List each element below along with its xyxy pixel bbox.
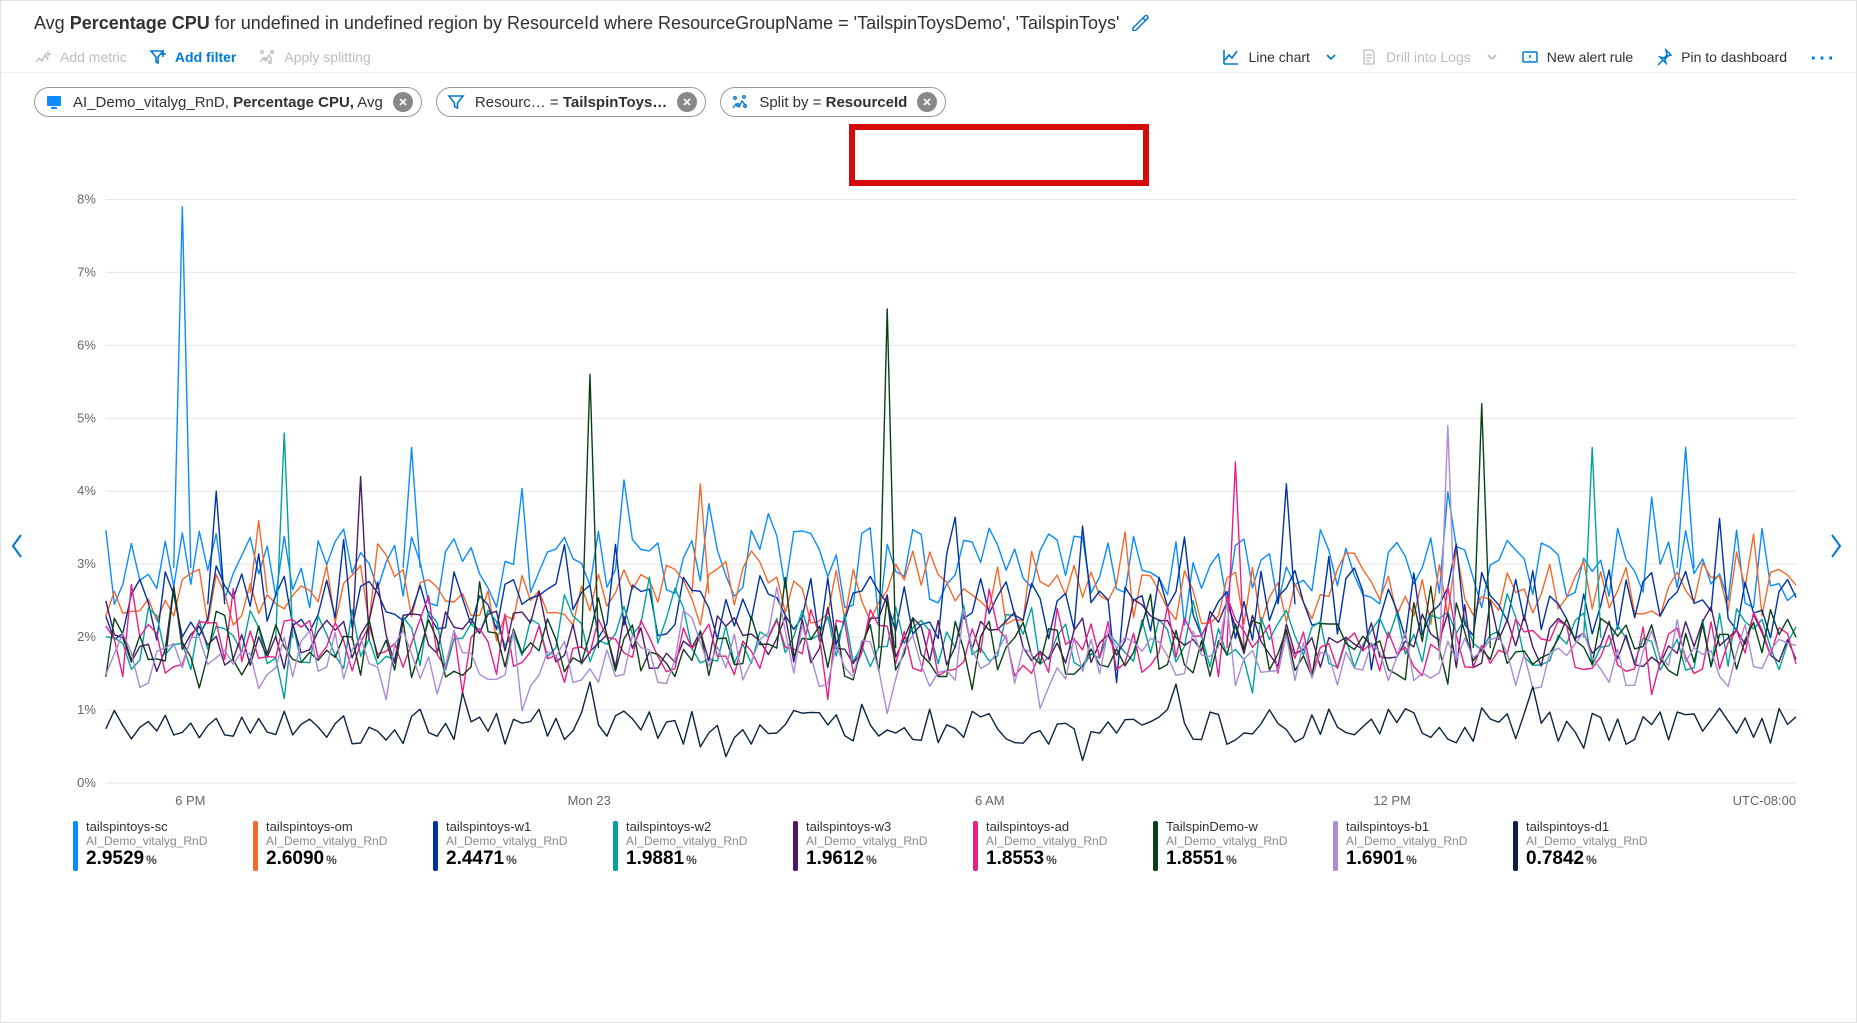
- split-pill[interactable]: Split by = ResourceId: [720, 87, 946, 117]
- drill-into-logs-button[interactable]: Drill into Logs: [1360, 48, 1499, 66]
- remove-pill-icon[interactable]: [393, 92, 413, 112]
- monitor-icon: [45, 93, 63, 111]
- remove-pill-icon[interactable]: [677, 92, 697, 112]
- filter-pill[interactable]: Resourc… = TailspinToys…: [436, 87, 706, 117]
- svg-text:0%: 0%: [77, 775, 96, 790]
- svg-text:2%: 2%: [77, 629, 96, 644]
- series-line: [106, 682, 1796, 760]
- series-line: [106, 477, 1796, 672]
- svg-text:3%: 3%: [77, 556, 96, 571]
- svg-text:6 PM: 6 PM: [175, 793, 205, 808]
- pin-to-dashboard-button[interactable]: Pin to dashboard: [1655, 48, 1787, 66]
- legend-row: tailspintoys-scAI_Demo_vitalyg_RnD2.9529…: [1, 813, 1856, 871]
- legend-item[interactable]: TailspinDemo-wAI_Demo_vitalyg_RnD1.8551%: [1153, 819, 1313, 871]
- edit-title-icon[interactable]: [1130, 11, 1150, 36]
- prev-chart-icon[interactable]: [9, 531, 27, 568]
- svg-text:1%: 1%: [77, 702, 96, 717]
- legend-item[interactable]: tailspintoys-adAI_Demo_vitalyg_RnD1.8553…: [973, 819, 1133, 871]
- filter-icon: [447, 93, 465, 111]
- more-actions-button[interactable]: ⋯: [1809, 50, 1836, 64]
- legend-item[interactable]: tailspintoys-scAI_Demo_vitalyg_RnD2.9529…: [73, 819, 233, 871]
- svg-text:12 PM: 12 PM: [1373, 793, 1410, 808]
- legend-item[interactable]: tailspintoys-b1AI_Demo_vitalyg_RnD1.6901…: [1333, 819, 1493, 871]
- legend-item[interactable]: tailspintoys-w3AI_Demo_vitalyg_RnD1.9612…: [793, 819, 953, 871]
- legend-item[interactable]: tailspintoys-d1AI_Demo_vitalyg_RnD0.7842…: [1513, 819, 1673, 871]
- svg-text:7%: 7%: [77, 264, 96, 279]
- svg-text:8%: 8%: [77, 191, 96, 206]
- title-metric: Percentage CPU: [70, 13, 210, 33]
- legend-item[interactable]: tailspintoys-omAI_Demo_vitalyg_RnD2.6090…: [253, 819, 413, 871]
- add-metric-button[interactable]: Add metric: [34, 48, 127, 66]
- next-chart-icon[interactable]: [1826, 531, 1844, 568]
- chart-type-dropdown[interactable]: Line chart: [1222, 48, 1337, 66]
- split-icon: [731, 93, 749, 111]
- svg-text:4%: 4%: [77, 483, 96, 498]
- legend-item[interactable]: tailspintoys-w1AI_Demo_vitalyg_RnD2.4471…: [433, 819, 593, 871]
- svg-text:UTC-08:00: UTC-08:00: [1733, 793, 1796, 808]
- series-line: [106, 207, 1796, 625]
- legend-item[interactable]: tailspintoys-w2AI_Demo_vitalyg_RnD1.9881…: [613, 819, 773, 871]
- scope-pill[interactable]: AI_Demo_vitalyg_RnD, Percentage CPU, Avg: [34, 87, 422, 117]
- svg-text:6 AM: 6 AM: [975, 793, 1005, 808]
- new-alert-rule-button[interactable]: New alert rule: [1521, 48, 1633, 66]
- title-mid: for undefined in undefined region by Res…: [210, 13, 1120, 33]
- remove-pill-icon[interactable]: [917, 92, 937, 112]
- add-filter-button[interactable]: Add filter: [149, 48, 236, 66]
- svg-text:6%: 6%: [77, 337, 96, 352]
- svg-text:Mon 23: Mon 23: [568, 793, 611, 808]
- title-prefix: Avg: [34, 13, 70, 33]
- chart-area[interactable]: 0% 1% 2% 3% 4% 5% 6% 7% 8% 6 PM Mon 23 6 AM 12 PM UT…: [51, 153, 1806, 813]
- chart-toolbar: Add metric Add filter Apply splitting Li…: [1, 42, 1856, 73]
- apply-splitting-button[interactable]: Apply splitting: [258, 48, 370, 66]
- query-pill-row: AI_Demo_vitalyg_RnD, Percentage CPU, Avg…: [1, 73, 1856, 123]
- page-title: Avg Percentage CPU for undefined in unde…: [1, 1, 1856, 42]
- svg-text:5%: 5%: [77, 410, 96, 425]
